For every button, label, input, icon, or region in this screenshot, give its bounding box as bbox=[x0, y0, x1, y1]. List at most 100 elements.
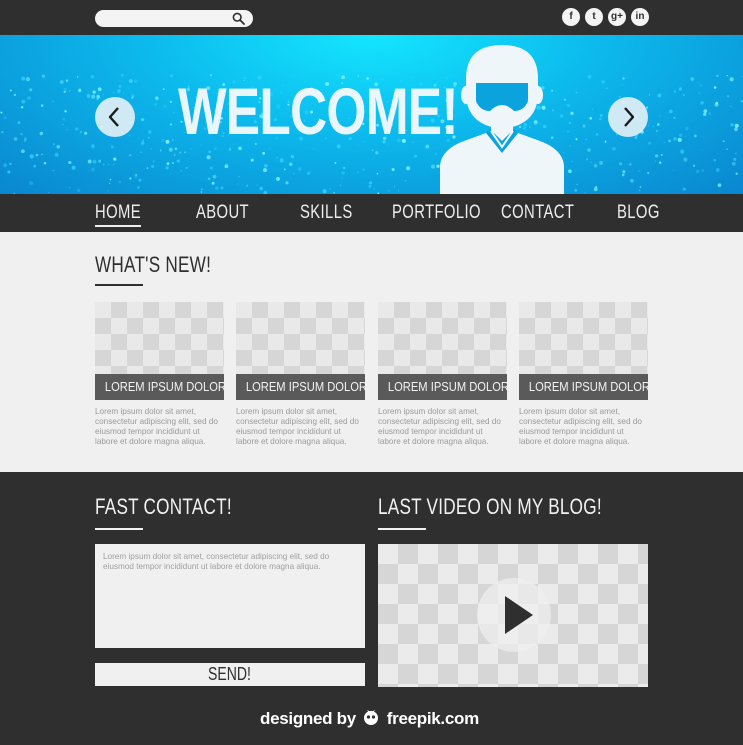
googleplus-icon[interactable]: g+ bbox=[608, 8, 626, 26]
sparkle-dot bbox=[701, 149, 703, 151]
card-label: LOREM IPSUM DOLOR bbox=[519, 374, 648, 400]
sparkle-dot bbox=[161, 138, 165, 142]
sparkle-dot bbox=[717, 183, 722, 188]
card-text: Lorem ipsum dolor sit amet, consectetur … bbox=[236, 407, 359, 446]
sparkle-dot bbox=[263, 168, 267, 173]
sparkle-dot bbox=[264, 164, 268, 168]
nav-item-portfolio[interactable]: PORTFOLIO bbox=[392, 202, 481, 224]
sparkle-dot bbox=[341, 177, 343, 179]
sparkle-dot bbox=[262, 151, 266, 155]
sparkle-dot bbox=[137, 186, 140, 189]
sparkle-dot bbox=[639, 186, 642, 188]
sparkle-dot bbox=[120, 73, 124, 77]
sparkle-dot bbox=[684, 136, 686, 138]
sparkle-dot bbox=[341, 171, 345, 175]
sparkle-dot bbox=[701, 169, 705, 172]
carousel-prev-button[interactable] bbox=[95, 97, 135, 137]
sparkle-dot bbox=[130, 94, 135, 99]
nav-item-skills[interactable]: SKILLS bbox=[300, 202, 353, 224]
sparkle-dot bbox=[97, 87, 102, 92]
news-card[interactable]: LOREM IPSUM DOLOR Lorem ipsum dolor sit … bbox=[519, 302, 648, 447]
news-card[interactable]: LOREM IPSUM DOLOR Lorem ipsum dolor sit … bbox=[236, 302, 365, 447]
sparkle-dot bbox=[150, 148, 152, 150]
nav-item-about[interactable]: ABOUT bbox=[196, 202, 249, 224]
sparkle-dot bbox=[112, 91, 115, 94]
search-input[interactable] bbox=[95, 10, 253, 27]
news-card[interactable]: LOREM IPSUM DOLOR Lorem ipsum dolor sit … bbox=[95, 302, 224, 447]
sparkle-dot bbox=[9, 162, 12, 166]
sparkle-dot bbox=[575, 91, 578, 94]
sparkle-dot bbox=[371, 149, 374, 152]
chevron-left-icon bbox=[108, 107, 119, 127]
card-label: LOREM IPSUM DOLOR bbox=[95, 374, 224, 400]
top-bar: f t g+ in bbox=[0, 0, 743, 35]
freepik-logo-icon bbox=[364, 710, 379, 725]
sparkle-dot bbox=[696, 169, 700, 174]
sparkle-dot bbox=[71, 165, 76, 170]
card-label: LOREM IPSUM DOLOR bbox=[378, 374, 507, 400]
sparkle-dot bbox=[715, 168, 720, 172]
sparkle-dot bbox=[113, 157, 117, 161]
sparkle-dot bbox=[673, 90, 677, 93]
sparkle-dot bbox=[700, 101, 704, 105]
sparkle-dot bbox=[731, 161, 736, 166]
sparkle-dot bbox=[683, 157, 688, 162]
sparkle-dot bbox=[726, 95, 730, 98]
sparkle-dot bbox=[601, 80, 605, 84]
sparkle-dot bbox=[726, 148, 728, 150]
footer-credit[interactable]: designed by freepik.com bbox=[260, 708, 479, 729]
sparkle-dot bbox=[0, 111, 3, 114]
sparkle-dot bbox=[397, 190, 400, 192]
sparkle-dot bbox=[27, 96, 31, 100]
sparkle-dot bbox=[20, 132, 23, 136]
carousel-next-button[interactable] bbox=[608, 97, 648, 137]
facebook-icon[interactable]: f bbox=[562, 8, 580, 26]
sparkle-dot bbox=[680, 149, 685, 154]
play-button[interactable] bbox=[477, 578, 551, 652]
sparkle-dot bbox=[638, 189, 641, 192]
sparkle-dot bbox=[703, 112, 707, 116]
sparkle-dot bbox=[134, 174, 138, 179]
video-player[interactable] bbox=[378, 544, 648, 687]
sparkle-dot bbox=[306, 171, 311, 175]
sparkle-dot bbox=[176, 159, 180, 163]
sparkle-dot bbox=[155, 96, 159, 100]
sparkle-dot bbox=[20, 106, 24, 109]
linkedin-icon[interactable]: in bbox=[631, 8, 649, 26]
sparkle-dot bbox=[703, 109, 708, 114]
nav-item-blog[interactable]: BLOG bbox=[617, 202, 660, 224]
sparkle-dot bbox=[152, 160, 155, 163]
send-button[interactable]: SEND! bbox=[95, 663, 365, 686]
news-card[interactable]: LOREM IPSUM DOLOR Lorem ipsum dolor sit … bbox=[378, 302, 507, 447]
twitter-icon[interactable]: t bbox=[585, 8, 603, 26]
message-textarea[interactable]: Lorem ipsum dolor sit amet, consectetur … bbox=[95, 544, 365, 648]
sparkle-dot bbox=[102, 163, 105, 166]
sparkle-dot bbox=[162, 88, 165, 91]
sparkle-dot bbox=[322, 189, 327, 194]
card-text: Lorem ipsum dolor sit amet, consectetur … bbox=[378, 407, 501, 446]
nav-item-contact[interactable]: CONTACT bbox=[501, 202, 574, 224]
sparkle-dot bbox=[342, 166, 346, 170]
sparkle-dot bbox=[634, 136, 638, 140]
nav-item-home[interactable]: HOME bbox=[95, 202, 142, 227]
sparkle-dot bbox=[65, 128, 68, 131]
sparkle-dot bbox=[151, 164, 155, 168]
sparkle-dot bbox=[91, 144, 95, 148]
sparkle-dot bbox=[357, 171, 359, 174]
sparkle-dot bbox=[43, 161, 47, 165]
sparkle-dot bbox=[375, 151, 379, 155]
sparkle-dot bbox=[200, 191, 203, 193]
sparkle-dot bbox=[256, 184, 258, 186]
sparkle-dot bbox=[129, 154, 132, 157]
sparkle-dot bbox=[172, 111, 175, 114]
sparkle-dot bbox=[591, 108, 594, 111]
sparkle-dot bbox=[29, 154, 34, 159]
sparkle-dot bbox=[56, 144, 61, 149]
search-icon[interactable] bbox=[232, 12, 245, 25]
sparkle-dot bbox=[69, 90, 71, 92]
sparkle-dot bbox=[373, 188, 376, 190]
chevron-right-icon bbox=[624, 107, 635, 127]
sparkle-dot bbox=[628, 162, 632, 166]
sparkle-dot bbox=[672, 169, 675, 171]
sparkle-dot bbox=[698, 92, 701, 94]
